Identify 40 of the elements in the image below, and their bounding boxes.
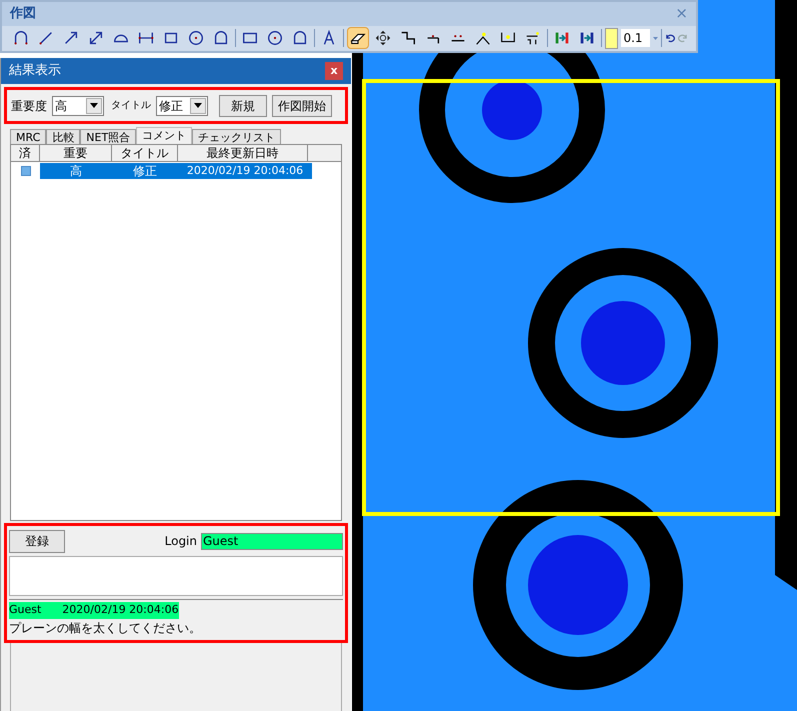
tab[interactable]: チェックリスト <box>192 129 282 144</box>
table-row[interactable]: 高 修正 2020/02/19 20:04:06 <box>40 163 312 179</box>
circle-icon <box>187 29 205 48</box>
column-header[interactable]: 済 <box>11 145 40 161</box>
comment-text: プレーンの幅を太くしてください。 <box>9 620 201 636</box>
toolbar-title: 作図 <box>10 5 36 23</box>
color-swatch[interactable] <box>604 28 618 49</box>
comment-header: Guest 2020/02/19 20:04:06 <box>9 602 179 618</box>
tool-button[interactable] <box>347 27 369 50</box>
dropdown-field[interactable]: 高 <box>52 96 104 116</box>
status-square-icon <box>20 166 30 176</box>
circle-icon <box>266 29 284 48</box>
login-field: Guest <box>201 532 343 550</box>
close-button[interactable]: x <box>325 62 343 80</box>
importance-label: 重要度 <box>11 98 47 114</box>
tab[interactable]: MRC <box>10 129 46 144</box>
column-header[interactable]: 重要 <box>40 145 112 161</box>
tab[interactable]: 比較 <box>46 129 80 144</box>
login-label: Login <box>164 533 197 550</box>
table-cell-text: 高 <box>69 163 83 179</box>
step-line-icon <box>399 29 417 48</box>
panel-title: 結果表示 <box>9 62 61 80</box>
radius-icon <box>524 29 542 48</box>
dropdown-field[interactable]: 修正 <box>156 96 208 116</box>
table-cell-text: 修正 <box>132 163 158 179</box>
column-header[interactable]: 最終更新日時 <box>178 145 308 161</box>
dropdown-arrow-icon <box>194 103 202 108</box>
tab[interactable]: NET照合 <box>80 129 136 144</box>
tab[interactable]: コメント <box>136 127 192 144</box>
table-cell-text: 2020/02/19 20:04:06 <box>186 163 304 179</box>
new-button[interactable]: 新規 <box>219 94 267 116</box>
register-button[interactable]: 登録 <box>9 530 65 552</box>
comment-input[interactable] <box>9 556 343 596</box>
column-header[interactable]: タイトル <box>112 145 178 161</box>
start-drawing-button[interactable]: 作図開始 <box>272 94 332 116</box>
arch-icon <box>12 29 30 48</box>
dropdown-arrow-icon <box>90 103 98 108</box>
line-width-field[interactable]: 0.1 <box>621 29 650 48</box>
move-icon <box>374 29 392 48</box>
title-label: タイトル <box>111 99 151 113</box>
